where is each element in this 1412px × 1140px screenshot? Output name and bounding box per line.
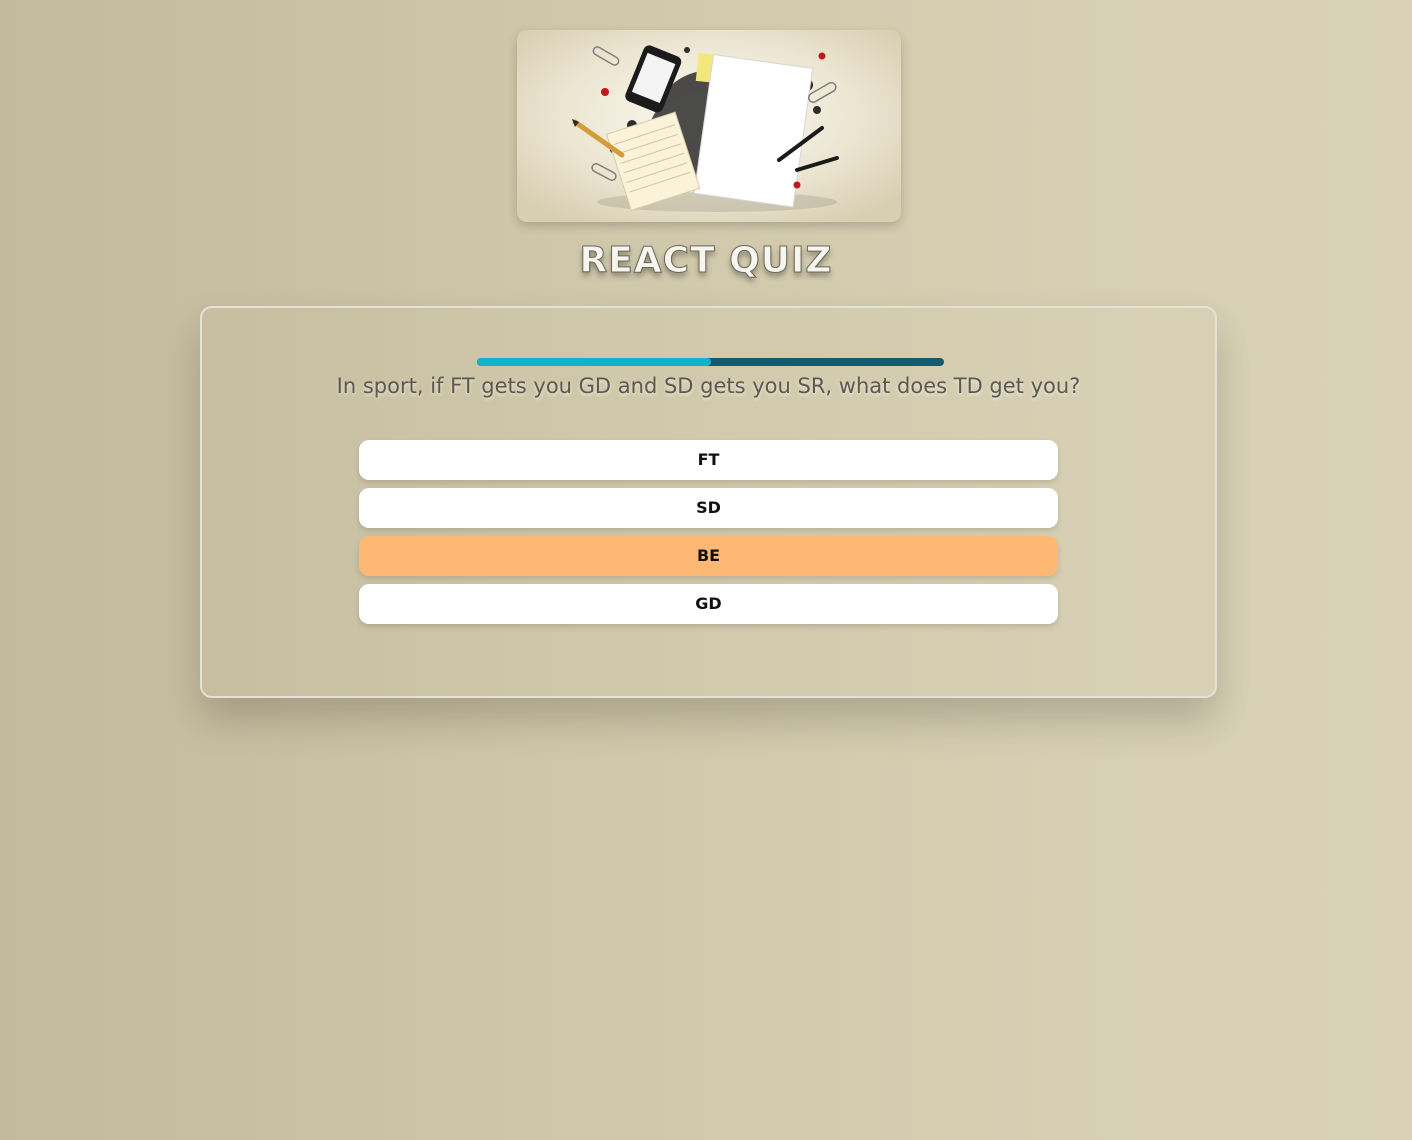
question-text: In sport, if FT gets you GD and SD gets … <box>336 374 1081 398</box>
answer-list: FT SD BE GD <box>359 440 1058 632</box>
quiz-logo-image <box>517 30 901 222</box>
app-title: REACT QUIZ <box>579 240 833 282</box>
answer-button-ft[interactable]: FT <box>359 440 1058 480</box>
quiz-card: In sport, if FT gets you GD and SD gets … <box>200 306 1217 698</box>
answer-button-be[interactable]: BE <box>359 536 1058 576</box>
progress-bar <box>477 358 944 366</box>
answer-button-sd[interactable]: SD <box>359 488 1058 528</box>
answer-button-gd[interactable]: GD <box>359 584 1058 624</box>
progress-bar-fill <box>477 358 711 366</box>
